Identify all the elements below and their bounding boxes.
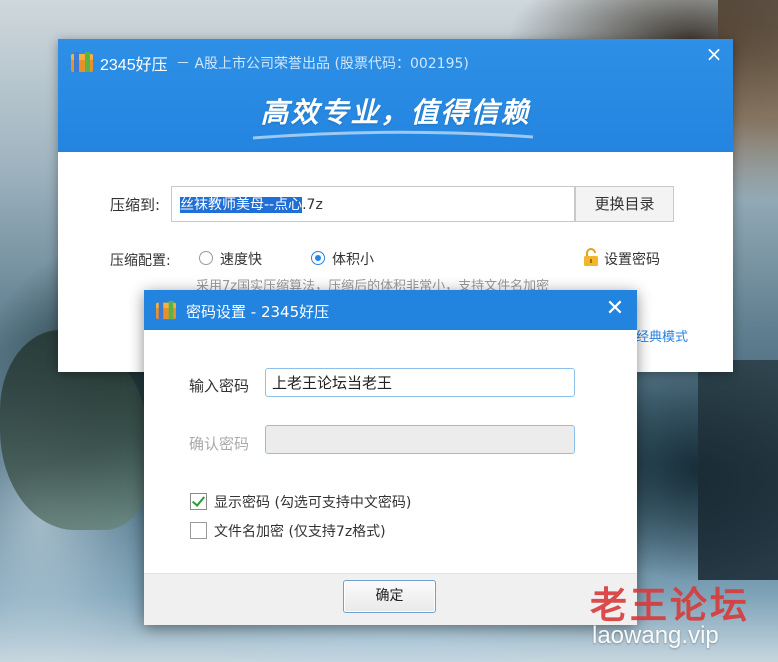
close-icon[interactable]: ✕ bbox=[603, 297, 627, 321]
ok-button[interactable]: 确定 bbox=[343, 580, 436, 613]
path-extension-text: .7z bbox=[302, 197, 323, 213]
radio-small-size-label[interactable]: 体积小 bbox=[332, 249, 374, 269]
watermark-title: 老王论坛 bbox=[590, 584, 750, 627]
password-dialog: 密码设置 - 2345好压 ✕ 输入密码 确认密码 显示密码 (勾选可支持中文密… bbox=[144, 290, 637, 625]
slogan-swoosh-decoration bbox=[252, 130, 534, 140]
classic-mode-link[interactable]: 经典模式 bbox=[636, 326, 688, 345]
app-subtitle: － A股上市公司荣誉出品 (股票代码：002195) bbox=[176, 56, 469, 72]
encrypt-filename-label[interactable]: 文件名加密 (仅支持7z格式) bbox=[214, 521, 386, 541]
app-logo-icon bbox=[71, 52, 93, 72]
password-input[interactable] bbox=[265, 368, 575, 397]
background-rock-right bbox=[698, 360, 778, 580]
password-label: 输入密码 bbox=[189, 377, 250, 395]
radio-speed-fast[interactable] bbox=[199, 251, 213, 265]
change-directory-button[interactable]: 更换目录 bbox=[575, 186, 674, 222]
window-header: 2345好压 － A股上市公司荣誉出品 (股票代码：002195) × 高效专业… bbox=[58, 39, 733, 152]
output-path-input[interactable]: 丝袜教师美母--点心.7z bbox=[171, 186, 575, 222]
watermark-url: laowang.vip bbox=[592, 622, 719, 649]
lock-icon[interactable] bbox=[583, 247, 599, 267]
radio-small-size[interactable] bbox=[311, 251, 325, 265]
confirm-password-input[interactable] bbox=[265, 425, 575, 454]
app-logo-icon bbox=[156, 300, 176, 320]
slogan: 高效专业，值得信赖 bbox=[260, 96, 531, 129]
dialog-titlebar: 密码设置 - 2345好压 ✕ bbox=[144, 290, 637, 330]
dialog-title: 密码设置 - 2345好压 bbox=[186, 303, 330, 321]
show-password-label[interactable]: 显示密码 (勾选可支持中文密码) bbox=[214, 492, 411, 512]
compress-to-label: 压缩到: bbox=[110, 196, 161, 214]
radio-speed-fast-label[interactable]: 速度快 bbox=[220, 249, 262, 269]
app-name: 2345好压 bbox=[100, 57, 168, 74]
path-selected-text: 丝袜教师美母--点心 bbox=[180, 197, 303, 213]
show-password-checkbox[interactable] bbox=[190, 493, 207, 510]
confirm-password-label: 确认密码 bbox=[189, 435, 250, 453]
encrypt-filename-checkbox[interactable] bbox=[190, 522, 207, 539]
set-password-link[interactable]: 设置密码 bbox=[604, 249, 660, 269]
compress-config-label: 压缩配置: bbox=[110, 253, 171, 269]
close-icon[interactable]: × bbox=[703, 43, 725, 65]
